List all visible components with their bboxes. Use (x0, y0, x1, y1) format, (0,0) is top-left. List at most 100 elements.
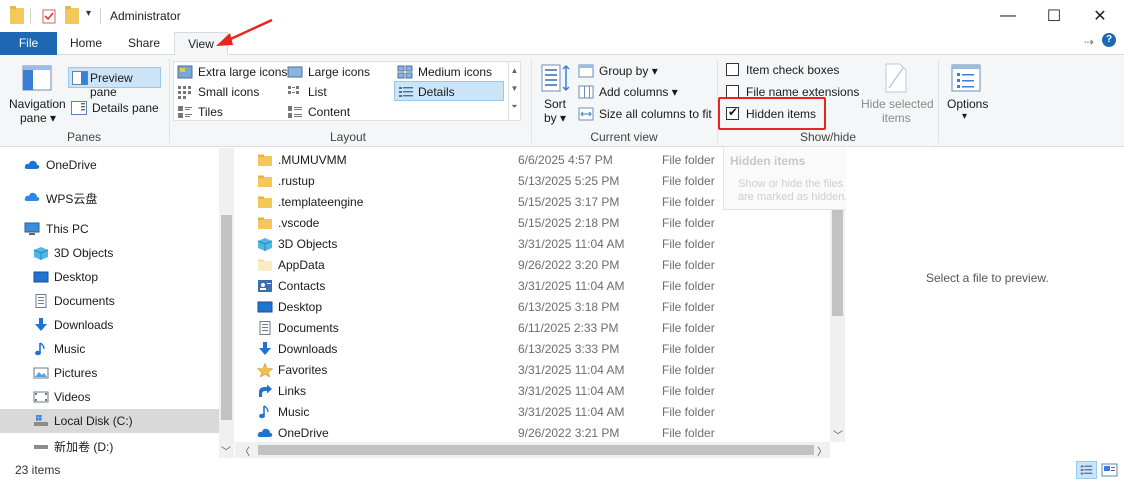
file-type: File folder (662, 384, 715, 398)
extra-large-icons-icon (177, 65, 193, 79)
item-count: 23 items (15, 463, 61, 477)
nav-item-downloads[interactable]: Downloads (0, 313, 219, 337)
file-name: Contacts (278, 279, 326, 293)
navigation-pane-button[interactable]: Navigation (9, 97, 66, 111)
file-row[interactable]: 3D Objects 3/31/2025 11:04 AM File folder (235, 233, 830, 254)
file-row[interactable]: OneDrive 9/26/2022 3:21 PM File folder (235, 422, 830, 442)
download-icon (259, 342, 271, 355)
folder-icon (258, 154, 272, 166)
nav-item-documents[interactable]: Documents (0, 289, 219, 313)
nav-item-videos[interactable]: Videos (0, 385, 219, 409)
options-button[interactable]: Options (947, 97, 988, 111)
file-type: File folder (662, 153, 715, 167)
nav-item-drive-d[interactable]: 新加卷 (D:) (0, 433, 219, 457)
separator (30, 8, 31, 24)
file-row[interactable]: Desktop 6/13/2025 3:18 PM File folder (235, 296, 830, 317)
close-button[interactable]: ✕ (1077, 0, 1123, 32)
file-type: File folder (662, 216, 715, 230)
file-date-modified: 9/26/2022 3:20 PM (518, 258, 620, 272)
help-icon[interactable]: ? (1102, 33, 1116, 47)
scroll-right-icon[interactable]: 〉 (817, 443, 827, 458)
hide-selected-button[interactable]: Hide selected (861, 97, 934, 111)
properties-icon[interactable] (42, 8, 56, 24)
nav-item-3d-objects[interactable]: 3D Objects (0, 241, 219, 265)
nav-label: This PC (46, 222, 89, 236)
nav-label: WPS云盘 (46, 192, 98, 206)
layout-label: List (308, 85, 327, 99)
group-label-layout: Layout (329, 130, 367, 144)
scroll-down-icon[interactable]: ﹀ (833, 427, 843, 442)
preview-pane-button[interactable]: Preview pane (68, 67, 161, 99)
nav-item-wps-cloud[interactable]: WPS云盘 (0, 185, 219, 209)
file-row[interactable]: Contacts 3/31/2025 11:04 AM File folder (235, 275, 830, 296)
file-date-modified: 6/6/2025 4:57 PM (518, 153, 613, 167)
item-check-boxes-label[interactable]: Item check boxes (746, 63, 839, 77)
nav-label: Music (54, 342, 86, 356)
folder-icon (258, 175, 272, 187)
new-folder-icon[interactable] (65, 6, 79, 24)
cloud-icon (24, 192, 40, 201)
size-columns-icon (578, 107, 594, 121)
nav-label: Videos (54, 390, 91, 404)
status-bar: 23 items (0, 458, 1124, 482)
file-row[interactable]: Favorites 3/31/2025 11:04 AM File folder (235, 359, 830, 380)
nav-item-desktop[interactable]: Desktop (0, 265, 219, 289)
sort-by-dropdown[interactable]: by ▾ (544, 111, 566, 125)
nav-item-local-disk-c[interactable]: Local Disk (C:) (0, 409, 219, 433)
tab-home[interactable]: Home (60, 32, 112, 55)
options-dropdown-arrow[interactable]: ▾ (962, 111, 967, 122)
item-check-boxes-checkbox[interactable] (726, 63, 739, 76)
layout-label: Medium icons (418, 65, 493, 79)
file-row[interactable]: .vscode 5/15/2025 2:18 PM File folder (235, 212, 830, 233)
nav-label: Desktop (54, 270, 99, 284)
file-name: Links (278, 384, 307, 398)
file-name: Music (278, 405, 310, 419)
group-separator (169, 59, 170, 143)
preview-placeholder: Select a file to preview. (926, 271, 1049, 285)
layout-label: Small icons (198, 85, 260, 99)
nav-scrollbar-thumb[interactable] (221, 215, 232, 420)
navigation-pane-icon (22, 65, 52, 91)
add-columns-label: Add columns ▾ (599, 85, 678, 99)
layout-gallery-scroll[interactable]: ▲ ▼ ⏷ (508, 62, 520, 120)
nav-item-onedrive[interactable]: OneDrive (0, 153, 219, 177)
maximize-button[interactable]: ☐ (1031, 0, 1077, 32)
group-label-current-view: Current view (590, 130, 658, 144)
nav-item-pictures[interactable]: Pictures (0, 361, 219, 385)
pin-ribbon-icon[interactable]: ⇢ (1084, 35, 1094, 49)
tab-file[interactable]: File (0, 32, 57, 55)
layout-label: Details (418, 85, 455, 99)
minimize-button[interactable]: — (985, 0, 1031, 32)
details-view-icon[interactable] (1076, 461, 1097, 479)
nav-item-this-pc[interactable]: This PC (0, 217, 219, 241)
layout-label: Large icons (308, 65, 371, 79)
nav-item-music[interactable]: Music (0, 337, 219, 361)
file-row[interactable]: AppData 9/26/2022 3:20 PM File folder (235, 254, 830, 275)
file-row[interactable]: Downloads 6/13/2025 3:33 PM File folder (235, 338, 830, 359)
navigation-pane: OneDrive WPS云盘 This PC 3D Objects Deskto… (0, 148, 234, 458)
file-date-modified: 3/31/2025 11:04 AM (518, 405, 625, 419)
file-date-modified: 6/11/2025 2:33 PM (518, 321, 619, 335)
large-icons-view-icon[interactable] (1099, 461, 1120, 479)
file-row[interactable]: Documents 6/11/2025 2:33 PM File folder (235, 317, 830, 338)
scroll-left-icon[interactable]: 〈 (240, 443, 250, 458)
file-name: .MUMUVMM (278, 153, 347, 167)
file-row[interactable]: Links 3/31/2025 11:04 AM File folder (235, 380, 830, 401)
group-by-icon (578, 64, 594, 78)
file-type: File folder (662, 237, 715, 251)
file-date-modified: 5/15/2025 3:17 PM (518, 195, 620, 209)
file-row[interactable]: Music 3/31/2025 11:04 AM File folder (235, 401, 830, 422)
faded-folder-icon (258, 259, 272, 271)
cloud-icon (257, 428, 273, 437)
file-type: File folder (662, 195, 715, 209)
customize-quick-access-icon[interactable]: ▾ (86, 8, 91, 19)
tab-share[interactable]: Share (118, 32, 170, 55)
nav-scroll-down-icon[interactable]: ﹀ (221, 443, 231, 458)
nav-label: 3D Objects (54, 246, 114, 260)
file-date-modified: 3/31/2025 11:04 AM (518, 384, 625, 398)
layout-details[interactable]: Details (394, 81, 504, 101)
details-pane-icon (71, 101, 87, 115)
navigation-pane-dropdown[interactable]: pane ▾ (20, 111, 56, 125)
sort-by-button[interactable]: Sort (544, 97, 566, 111)
horizontal-scroll-thumb[interactable] (258, 445, 814, 455)
